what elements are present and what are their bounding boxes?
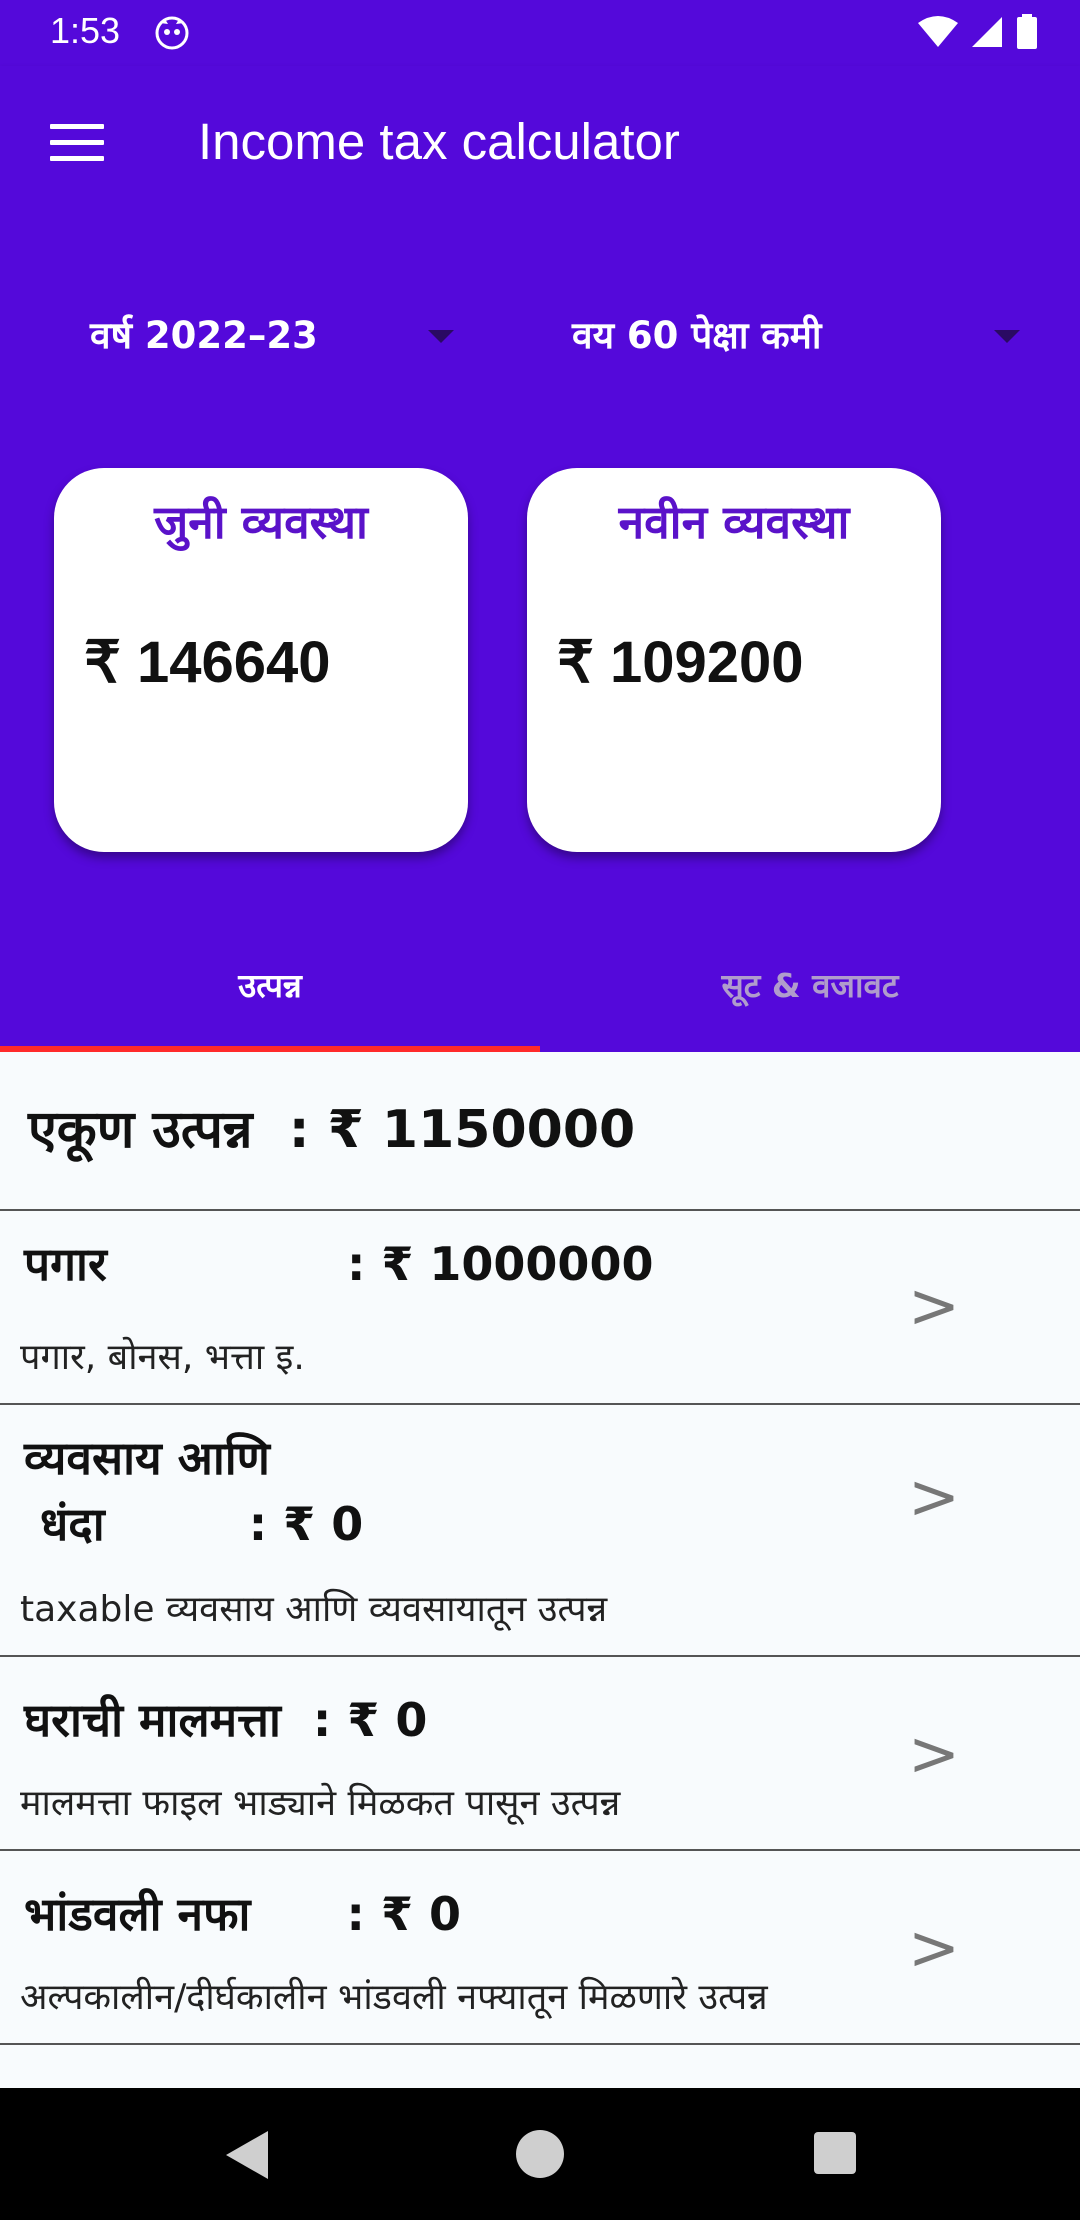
- tab-deductions[interactable]: सूट & वजावट: [540, 962, 1080, 1007]
- status-time: 1:53: [50, 10, 121, 51]
- list-item-house-property[interactable]: घराची मालमत्ता : ₹ 0 मालमत्ता फाइल भाड्य…: [0, 1657, 1080, 1851]
- year-selector[interactable]: वर्ष 2022–23: [0, 302, 470, 372]
- age-selector-label: वय 60 पेक्षा कमी: [572, 314, 822, 357]
- total-income-row: एकूण उत्पन्न : ₹ 1150000: [0, 1052, 1080, 1211]
- home-icon[interactable]: [516, 2130, 564, 2178]
- age-selector[interactable]: वय 60 पेक्षा कमी: [540, 302, 1080, 372]
- business-title: व्यवसाय आणि धंदा : ₹ 0: [24, 1431, 364, 1551]
- list-item-business[interactable]: व्यवसाय आणि धंदा : ₹ 0 taxable व्यवसाय आ…: [0, 1405, 1080, 1657]
- wifi-icon: [918, 16, 958, 47]
- list-item-capital-gains[interactable]: भांडवली नफा : ₹ 0 अल्पकालीन/दीर्घकालीन भ…: [0, 1851, 1080, 2045]
- old-regime-amount: ₹ 146640: [84, 630, 331, 695]
- chevron-down-icon: [994, 330, 1020, 343]
- new-regime-card[interactable]: नवीन व्यवस्था ₹ 109200: [527, 468, 941, 852]
- total-income-text: एकूण उत्पन्न : ₹ 1150000: [28, 1100, 636, 1160]
- old-regime-card[interactable]: जुनी व्यवस्था ₹ 146640: [54, 468, 468, 852]
- system-nav-bar: [0, 2088, 1080, 2220]
- status-bar: 1:53: [0, 0, 1080, 66]
- app-bar: Income tax calculator: [0, 66, 1080, 222]
- app-notification-icon: [155, 16, 189, 50]
- chevron-right-icon: >: [908, 1717, 960, 1790]
- chevron-right-icon: >: [908, 1269, 960, 1342]
- house-property-subtitle: मालमत्ता फाइल भाड्याने मिळकत पासून उत्पन…: [20, 1783, 621, 1824]
- income-list: एकूण उत्पन्न : ₹ 1150000 पगार : ₹ 100000…: [0, 1052, 1080, 2045]
- salary-subtitle: पगार, बोनस, भत्ता इ.: [20, 1337, 305, 1378]
- battery-icon: [1017, 14, 1037, 49]
- chevron-down-icon: [428, 330, 454, 343]
- hamburger-menu-icon[interactable]: [50, 124, 104, 164]
- capital-gains-subtitle: अल्पकालीन/दीर्घकालीन भांडवली नफ्यातून मि…: [20, 1977, 768, 2018]
- app-title: Income tax calculator: [198, 113, 680, 170]
- chevron-right-icon: >: [908, 1460, 960, 1533]
- recent-apps-icon[interactable]: [814, 2132, 856, 2174]
- house-property-title: घराची मालमत्ता : ₹ 0: [24, 1693, 428, 1747]
- signal-icon: [972, 17, 1002, 47]
- chevron-right-icon: >: [908, 1911, 960, 1984]
- tab-income[interactable]: उत्पन्न: [0, 962, 540, 1007]
- back-icon[interactable]: [226, 2131, 268, 2179]
- business-subtitle: taxable व्यवसाय आणि व्यवसायातून उत्पन्न: [20, 1589, 608, 1630]
- year-selector-label: वर्ष 2022–23: [90, 314, 318, 357]
- header-panel: वर्ष 2022–23 वय 60 पेक्षा कमी जुनी व्यवस…: [0, 222, 1080, 1052]
- old-regime-title: जुनी व्यवस्था: [154, 495, 368, 549]
- new-regime-amount: ₹ 109200: [557, 630, 804, 695]
- capital-gains-title: भांडवली नफा : ₹ 0: [24, 1887, 461, 1941]
- list-item-salary[interactable]: पगार : ₹ 1000000 पगार, बोनस, भत्ता इ. >: [0, 1211, 1080, 1405]
- salary-title: पगार : ₹ 1000000: [24, 1237, 654, 1291]
- new-regime-title: नवीन व्यवस्था: [618, 495, 850, 549]
